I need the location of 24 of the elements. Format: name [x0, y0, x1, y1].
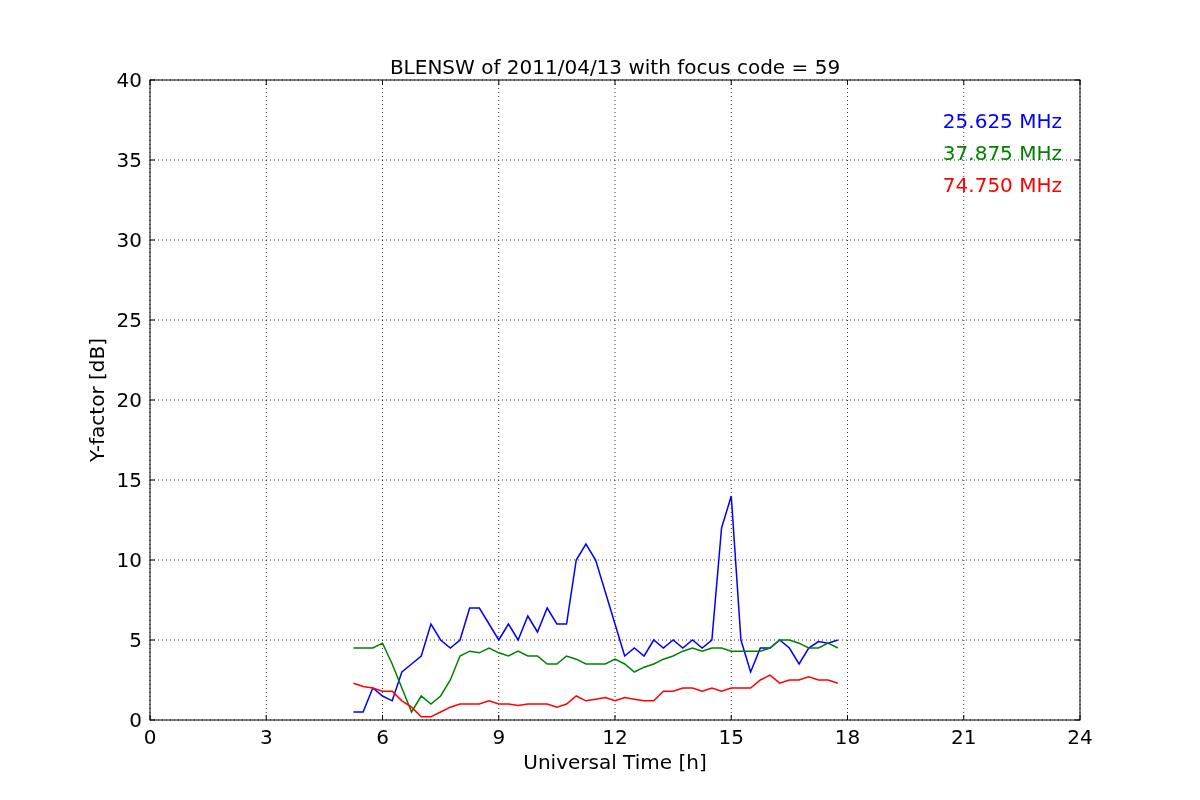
x-tick-label: 24 — [1067, 725, 1093, 749]
x-tick-label: 9 — [492, 725, 506, 749]
y-tick-label: 10 — [116, 548, 142, 572]
x-tick-label: 6 — [376, 725, 389, 749]
x-axis-label: Universal Time [h] — [523, 750, 707, 774]
x-tick-label: 0 — [143, 725, 157, 749]
x-tick-label: 3 — [259, 725, 273, 749]
legend-label: 25.625 MHz — [942, 109, 1062, 133]
legend-label: 74.750 MHz — [942, 173, 1062, 197]
y-tick-label: 0 — [129, 708, 142, 732]
x-tick-label: 15 — [718, 725, 744, 749]
legend-label: 37.875 MHz — [942, 141, 1062, 165]
x-tick-label: 12 — [602, 725, 628, 749]
y-tick-label: 15 — [116, 468, 142, 492]
x-tick-label: 18 — [834, 725, 861, 749]
y-tick-label: 5 — [129, 628, 142, 652]
x-tick-label: 21 — [951, 725, 977, 749]
y-tick-label: 40 — [116, 68, 142, 92]
y-tick-label: 35 — [116, 148, 142, 172]
y-axis-label: Y-factor [dB] — [85, 338, 109, 462]
y-tick-label: 25 — [116, 308, 142, 332]
chart-title: BLENSW of 2011/04/13 with focus code = 59 — [389, 55, 841, 79]
y-tick-label: 30 — [116, 228, 142, 252]
y-tick-label: 20 — [116, 388, 142, 412]
